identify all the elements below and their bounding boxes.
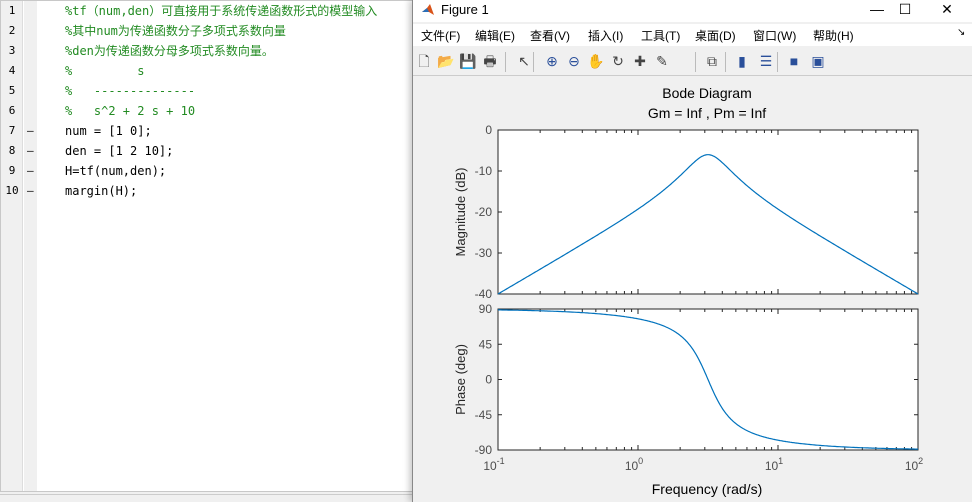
x-tick-label: 102 <box>905 456 923 473</box>
y-tick-label: 90 <box>479 302 493 316</box>
y-tick-label: -40 <box>475 287 493 301</box>
y-tick-label: 0 <box>485 373 492 387</box>
y-tick-label: -90 <box>475 443 493 457</box>
y-tick-label: 45 <box>479 337 493 351</box>
y-axis-label: Magnitude (dB) <box>453 168 468 257</box>
x-tick-label: 101 <box>765 456 783 473</box>
y-tick-label: -20 <box>475 205 493 219</box>
x-tick-label: 100 <box>625 456 643 473</box>
x-tick-label: 10-1 <box>483 456 504 473</box>
x-axis-label: Frequency (rad/s) <box>652 481 762 497</box>
y-tick-label: -30 <box>475 246 493 260</box>
chart-title: Bode Diagram <box>662 85 752 101</box>
bode-plot: Bode Diagram Gm = Inf , Pm = Inf 0 -10 -20 -3… <box>453 85 923 497</box>
y-tick-label: -10 <box>475 164 493 178</box>
y-axis-label: Phase (deg) <box>453 344 468 415</box>
chart-subtitle: Gm = Inf , Pm = Inf <box>648 105 766 121</box>
y-tick-label: -45 <box>475 408 493 422</box>
y-tick-label: 0 <box>485 123 492 137</box>
